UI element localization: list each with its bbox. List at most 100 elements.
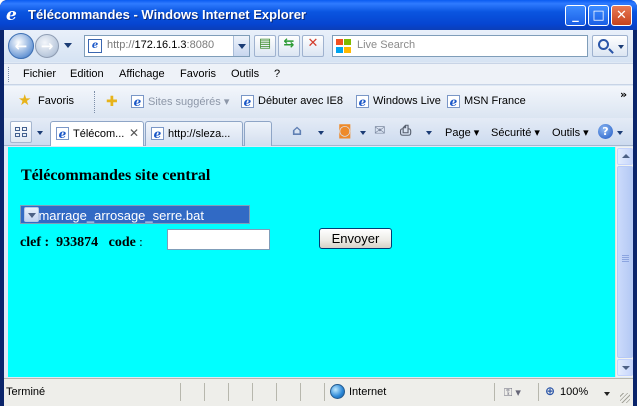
recent-pages-dropdown[interactable]: [64, 43, 72, 48]
script-select[interactable]: demarrage_arrosage_serre.bat: [20, 205, 250, 224]
key-label: clef :: [20, 235, 50, 250]
home-dropdown[interactable]: [318, 131, 324, 135]
quick-tabs-button[interactable]: [10, 121, 32, 143]
help-icon[interactable]: ?: [598, 124, 613, 139]
search-options-dropdown[interactable]: [618, 45, 624, 49]
chevron-down-icon[interactable]: [24, 207, 39, 222]
menu-favoris[interactable]: Favoris: [180, 68, 216, 80]
window-title: Télécommandes - Windows Internet Explore…: [28, 7, 306, 22]
compatibility-view-icon: ▤: [258, 36, 272, 51]
status-divider: [204, 383, 205, 401]
favorites-star-icon: ★: [18, 92, 32, 109]
favorite-link-ie8[interactable]: e Débuter avec IE8: [241, 95, 343, 108]
ie-page-icon: e: [241, 95, 254, 108]
favorite-link-windows-live[interactable]: e Windows Live: [356, 95, 441, 108]
ie-page-icon: e: [56, 127, 69, 140]
zoom-dropdown[interactable]: [604, 392, 610, 396]
menu-affichage[interactable]: Affichage: [119, 68, 165, 80]
status-text: Terminé: [6, 386, 46, 398]
title-bar[interactable]: e Télécommandes - Windows Internet Explo…: [0, 0, 637, 30]
close-tab-icon[interactable]: ✕: [129, 126, 139, 140]
feeds-icon[interactable]: ◙: [338, 124, 352, 138]
new-tab-button[interactable]: [244, 121, 272, 146]
print-dropdown[interactable]: [426, 131, 432, 135]
refresh-icon: ⇆: [283, 36, 295, 51]
status-divider: [538, 383, 539, 401]
compatibility-view-button[interactable]: ▤: [254, 35, 276, 57]
thumb-grip: [622, 255, 629, 263]
favorites-button[interactable]: ★ Favoris: [14, 92, 80, 112]
menu-help[interactable]: ?: [274, 68, 280, 80]
favorite-link-msn[interactable]: e MSN France: [447, 95, 526, 108]
address-url[interactable]: http://172.16.1.3:8080: [107, 39, 231, 51]
scroll-thumb[interactable]: [617, 166, 633, 358]
minimize-icon: _: [572, 8, 579, 23]
address-bar[interactable]: e http://172.16.1.3:8080: [84, 35, 250, 57]
browser-chrome: ← → e http://172.16.1.3:8080 ▤ ⇆ ✕ Live …: [4, 30, 633, 406]
menu-edition[interactable]: Edition: [70, 68, 104, 80]
address-dropdown-button[interactable]: [233, 36, 249, 56]
close-button[interactable]: ✕: [611, 5, 632, 26]
forward-button[interactable]: →: [35, 34, 59, 58]
browser-window: e Télécommandes - Windows Internet Explo…: [0, 0, 637, 406]
script-select-value: demarrage_arrosage_serre.bat: [24, 208, 204, 223]
key-line: clef : 933874 code :: [20, 234, 143, 251]
favorites-separator: [94, 91, 97, 113]
status-divider: [276, 383, 277, 401]
security-zone-label[interactable]: Internet: [349, 386, 386, 398]
scroll-down-button[interactable]: [617, 359, 633, 376]
refresh-button[interactable]: ⇆: [278, 35, 300, 57]
ie-logo-icon: e: [6, 5, 17, 25]
status-divider: [180, 383, 181, 401]
feeds-dropdown[interactable]: [360, 131, 366, 135]
code-colon: :: [135, 234, 143, 249]
page-menu[interactable]: Page ▾: [445, 126, 479, 139]
maximize-button[interactable]: □: [588, 5, 609, 26]
add-favorite-icon[interactable]: ✚: [106, 94, 118, 108]
protected-mode-icon[interactable]: ⚿ ▾: [504, 386, 521, 400]
tab-telecommandes[interactable]: e Télécom... ✕: [50, 121, 144, 146]
search-icon: [598, 39, 609, 50]
live-search-logo-icon: [336, 39, 352, 53]
back-button[interactable]: ←: [8, 33, 34, 59]
status-divider: [228, 383, 229, 401]
ie-page-icon: e: [151, 127, 164, 140]
status-divider: [494, 383, 495, 401]
minimize-button[interactable]: _: [565, 5, 586, 26]
resize-grip[interactable]: [620, 393, 630, 403]
search-button[interactable]: [592, 35, 628, 57]
internet-zone-globe-icon: [330, 384, 345, 399]
back-arrow-icon: ←: [14, 37, 28, 55]
ie-page-icon: e: [131, 95, 144, 108]
help-dropdown[interactable]: [617, 131, 623, 135]
print-icon[interactable]: ⎙: [400, 124, 411, 138]
vertical-scrollbar[interactable]: [615, 147, 633, 377]
security-menu[interactable]: Sécurité ▾: [491, 126, 540, 139]
code-label: code: [108, 235, 136, 250]
search-placeholder: Live Search: [357, 39, 416, 51]
code-input[interactable]: [167, 229, 270, 250]
favorites-bar: ★ Favoris ✚ e Sites suggérés ▾ e Débuter a…: [4, 86, 633, 118]
zoom-icon[interactable]: ⊕: [545, 384, 555, 398]
more-favorites-chevron-icon[interactable]: »: [620, 88, 627, 101]
home-icon[interactable]: ⌂: [292, 124, 302, 138]
tab-list-dropdown[interactable]: [37, 131, 43, 135]
menu-outils[interactable]: Outils: [231, 68, 259, 80]
ie-page-icon: e: [356, 95, 369, 108]
key-value: 933874: [56, 235, 99, 250]
scroll-up-button[interactable]: [617, 148, 633, 165]
menu-fichier[interactable]: Fichier: [23, 68, 56, 80]
mail-icon[interactable]: ✉: [374, 124, 386, 138]
forward-arrow-icon: →: [40, 37, 54, 55]
tools-menu[interactable]: Outils ▾: [552, 126, 589, 139]
favorite-link-suggested-sites[interactable]: e Sites suggérés ▾: [131, 95, 229, 108]
tab-slezak[interactable]: e http://sleza...: [145, 121, 243, 146]
zoom-level[interactable]: 100%: [560, 386, 588, 398]
ie-page-icon: e: [447, 95, 460, 108]
close-icon: ✕: [616, 8, 627, 23]
submit-button[interactable]: Envoyer: [319, 228, 392, 249]
page-icon: e: [88, 39, 102, 53]
stop-button[interactable]: ✕: [302, 35, 324, 57]
menu-grip: [8, 67, 11, 82]
search-input[interactable]: Live Search: [332, 35, 588, 57]
